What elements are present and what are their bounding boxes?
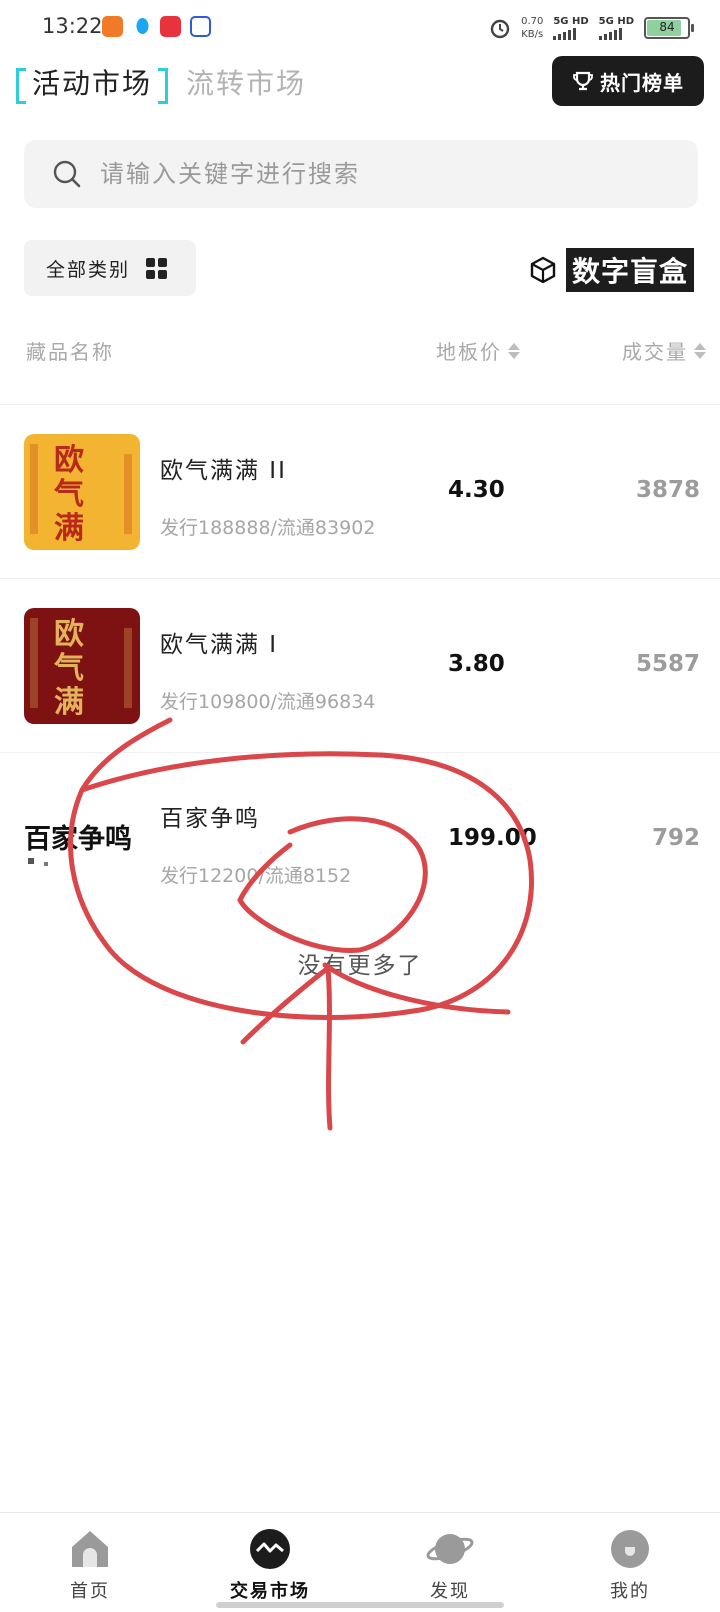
cube-icon [530, 256, 556, 284]
collection-row[interactable]: 欧 气 满 欧气满满 II 发行188888/流通83902 4.30 3878 [0, 404, 720, 578]
search-icon [53, 160, 81, 188]
floor-price: 3.80 [448, 651, 505, 677]
list-end-text: 没有更多了 [297, 953, 423, 979]
category-label: 全部类别 [46, 258, 131, 281]
blind-box-label: 数字盲盒 [565, 248, 694, 292]
search-bar[interactable] [24, 140, 698, 208]
trade-volume: 5587 [635, 651, 700, 677]
svg-text:满: 满 [54, 685, 84, 720]
collection-list: 欧 气 满 欧气满满 II 发行188888/流通83902 4.30 3878… [0, 404, 720, 926]
collection-thumbnail: 欧 气 满 [24, 434, 140, 550]
collection-name: 欧气满满 I [160, 632, 279, 658]
svg-text:百家争鸣: 百家争鸣 [24, 823, 132, 855]
collection-name: 欧气满满 II [160, 458, 287, 484]
qq-notification-icon [132, 16, 153, 37]
market-icon [250, 1529, 290, 1569]
nav-market[interactable]: 交易市场 [180, 1513, 360, 1612]
category-filter-button[interactable]: 全部类别 [24, 240, 196, 296]
column-name: 藏品名称 [26, 340, 114, 364]
hot-list-label: 热门榜单 [600, 70, 684, 95]
market-tabs: 活动市场 流转市场 [16, 58, 306, 106]
column-floor-price[interactable]: 地板价 [436, 336, 520, 365]
trophy-icon [573, 71, 593, 91]
sort-icon [508, 342, 520, 359]
trade-volume: 3878 [635, 477, 700, 503]
collection-supply: 发行12200/流通8152 [160, 865, 352, 887]
hot-list-button[interactable]: 热门榜单 [552, 56, 704, 106]
grid-icon [146, 257, 168, 279]
battery-level: 84 [659, 20, 675, 34]
baidu-notification-icon [190, 16, 211, 37]
column-volume[interactable]: 成交量 [622, 336, 706, 365]
collection-row[interactable]: 欧 气 满 欧气满满 I 发行109800/流通96834 3.80 5587 [0, 578, 720, 752]
collection-row[interactable]: 百家争鸣 百家争鸣 发行12200/流通8152 199.00 792 [0, 752, 720, 926]
alarm-icon [490, 19, 510, 39]
sort-icon [694, 342, 706, 359]
floor-price: 199.00 [448, 825, 537, 851]
sim1-signal: 5G HD [553, 16, 589, 40]
bottom-navigation: 首页 交易市场 发现 我的 [0, 1512, 720, 1612]
tab-circulation-market[interactable]: 流转市场 [186, 62, 306, 102]
table-header: 藏品名称 地板价 成交量 [0, 332, 720, 368]
svg-text:满: 满 [54, 511, 84, 546]
app-notification-icon [160, 16, 181, 37]
profile-icon [611, 1530, 649, 1568]
svg-text:气: 气 [54, 477, 84, 512]
gesture-home-bar[interactable] [216, 1602, 504, 1608]
floor-price: 4.30 [448, 477, 505, 503]
collection-thumbnail: 欧 气 满 [24, 608, 140, 724]
tab-activity-market[interactable]: 活动市场 [16, 62, 169, 104]
network-speed: 0.70 KB/s [521, 16, 544, 40]
status-time: 13:22 [42, 14, 103, 38]
svg-text:欧: 欧 [54, 443, 84, 478]
trade-volume: 792 [651, 825, 700, 851]
status-bar: 13:22 0.70 KB/s 5G HD 5G HD 84 [0, 0, 720, 56]
home-icon [72, 1531, 108, 1567]
search-input[interactable] [100, 160, 660, 188]
nav-discover[interactable]: 发现 [360, 1513, 540, 1612]
collection-supply: 发行188888/流通83902 [160, 517, 376, 539]
collection-supply: 发行109800/流通96834 [160, 691, 376, 713]
sim2-signal: 5G HD [598, 16, 634, 40]
collection-thumbnail: 百家争鸣 [24, 782, 140, 898]
app-notification-icon [102, 16, 123, 37]
nav-home[interactable]: 首页 [0, 1513, 180, 1612]
svg-text:欧: 欧 [54, 617, 84, 652]
svg-text:气: 气 [54, 651, 84, 686]
planet-icon [426, 1534, 474, 1564]
collection-name: 百家争鸣 [160, 806, 260, 832]
battery-icon: 84 [644, 17, 694, 39]
nav-profile[interactable]: 我的 [540, 1513, 720, 1612]
digital-blind-box-button[interactable]: 数字盲盒 [528, 244, 694, 296]
